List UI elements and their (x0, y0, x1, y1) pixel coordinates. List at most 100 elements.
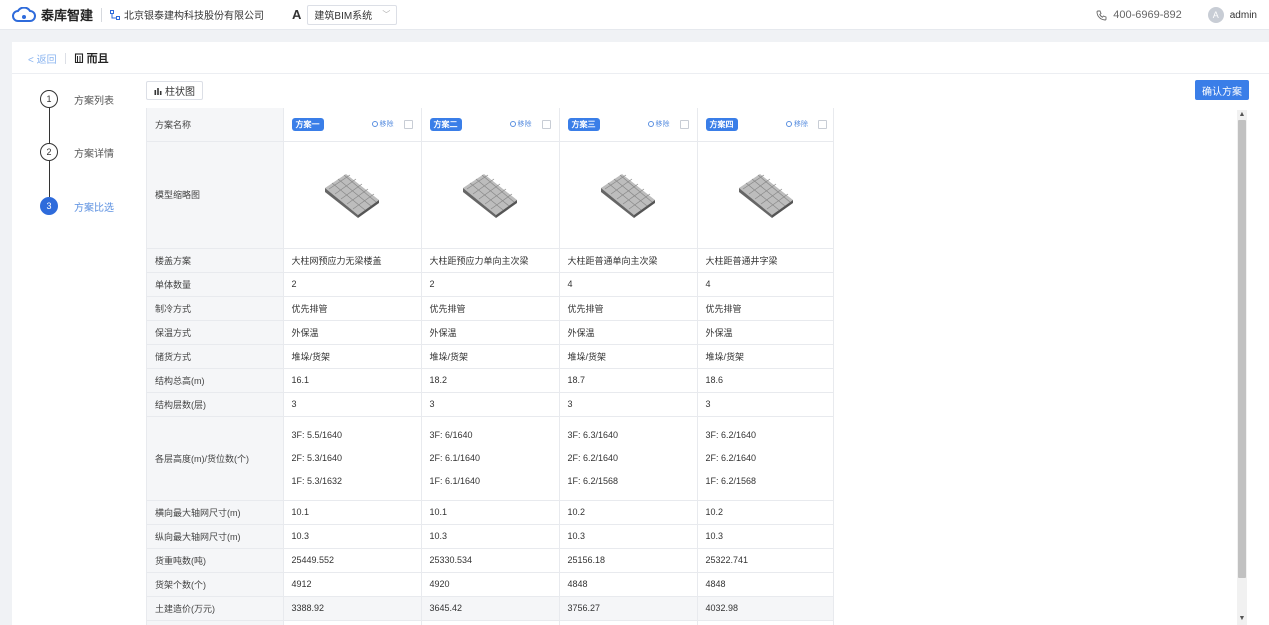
remove-label: 移除 (655, 121, 670, 129)
scroll-up-arrow-icon[interactable]: ▲ (1237, 110, 1247, 120)
step-scheme-compare[interactable]: 3 方案比选 (40, 197, 114, 215)
table-row-floor-heights: 各层高度(m)/货位数(个) 3F: 5.5/1640 2F: 5.3/1640 1… (147, 416, 833, 501)
confirm-scheme-button[interactable]: 确认方案 (1195, 80, 1249, 100)
floor-line: 1F: 6.2/1568 (705, 475, 757, 486)
scroll-down-arrow-icon[interactable]: ▼ (1237, 614, 1247, 624)
org-tree-icon (110, 9, 121, 20)
step-label: 方案比选 (74, 202, 114, 214)
scrollbar-thumb[interactable] (1238, 120, 1246, 578)
step-label: 方案列表 (74, 95, 114, 107)
thumbnail-cell (559, 141, 698, 249)
top-bar: 泰库智建 北京银泰建构科技股份有限公司 A 建筑BIM系统 ﹀ 400-6969… (0, 0, 1269, 30)
row-label: 模型缩略图 (147, 141, 284, 249)
row-label: 楼盖方案 (147, 248, 284, 273)
breadcrumb: < 返回 而且 (28, 50, 109, 66)
username[interactable]: admin (1230, 10, 1257, 21)
remove-label: 移除 (794, 121, 808, 129)
row-label: 结构层数(层) (147, 392, 284, 417)
row-label: 保温方式 (147, 320, 284, 345)
table-cell: 3 (283, 392, 422, 417)
remove-icon (786, 121, 792, 128)
table-cell: 10.3 (697, 524, 833, 549)
table-row: 楼盖方案 大柱网预应力无梁楼盖 大柱距预应力单向主次梁 大柱距普通单向主次梁 大… (147, 248, 833, 273)
table-row: 结构总高(m) 16.1 18.2 18.7 18.6 (147, 368, 833, 393)
floor-line: 3F: 6.3/1640 (567, 429, 619, 440)
brand-name: 泰库智建 (41, 8, 94, 23)
scheme-tag: 方案四 (705, 117, 738, 131)
table-cell: 4912 (283, 572, 422, 597)
row-label: 纵向最大轴网尺寸(m) (147, 524, 284, 549)
select-checkbox[interactable] (403, 119, 413, 129)
bar-chart-icon (154, 87, 162, 95)
model-thumbnail[interactable] (560, 142, 697, 248)
phone-icon (1096, 10, 1107, 20)
table-cell: 堆垛/货架 (559, 344, 698, 369)
model-thumbnail[interactable] (698, 142, 834, 248)
scheme-header-cell: 方案三 移除 (559, 108, 698, 142)
scheme-tag: 方案三 (567, 117, 600, 131)
table-cell: 大柱距预应力单向主次梁 (421, 248, 560, 273)
main-panel: < 返回 而且 1 方案列表 2 方案详情 3 方案比选 柱状图 确认方案 方案… (12, 42, 1269, 625)
chevron-down-icon: ﹀ (382, 10, 391, 19)
table-cell: 堆垛/货架 (697, 344, 833, 369)
row-label: 横向最大轴网尺寸(m) (147, 500, 284, 525)
table-cell: 2 (421, 272, 560, 297)
table-cell: 4848 (559, 572, 698, 597)
table-row (147, 620, 833, 625)
table-cell: 外保温 (697, 320, 833, 345)
remove-button[interactable]: 移除 (786, 119, 808, 129)
row-label: 制冷方式 (147, 296, 284, 321)
table-row: 纵向最大轴网尺寸(m) 10.3 10.3 10.3 10.3 (147, 524, 833, 549)
table-cell: 4 (697, 272, 833, 297)
avatar[interactable]: A (1207, 7, 1224, 23)
table-cell: 优先排管 (697, 296, 833, 321)
remove-button[interactable]: 移除 (371, 119, 394, 129)
table-cell: 3 (421, 392, 560, 417)
select-checkbox[interactable] (679, 119, 689, 129)
table-row: 制冷方式 优先排管 优先排管 优先排管 优先排管 (147, 296, 833, 321)
scheme-header-cell: 方案二 移除 (421, 108, 560, 142)
table-cell: 3388.92 (283, 596, 422, 621)
table-cell: 优先排管 (283, 296, 422, 321)
comparison-table: 方案名称 方案一 移除 方案二 移除 方案三 移除 方案四 移除 模型缩略图 楼… (146, 108, 834, 625)
remove-button[interactable]: 移除 (509, 119, 532, 129)
brand-logo[interactable]: 泰库智建 (12, 5, 93, 24)
row-label (147, 620, 284, 625)
cloud-logo-icon (12, 6, 36, 22)
table-cell: 2 (283, 272, 422, 297)
remove-icon (509, 121, 516, 128)
step-scheme-list[interactable]: 1 方案列表 (40, 90, 114, 108)
divider (101, 7, 103, 22)
table-cell: 3F: 5.5/1640 2F: 5.3/1640 1F: 5.3/1632 (283, 416, 422, 501)
remove-button[interactable]: 移除 (647, 119, 670, 129)
company-selector[interactable]: 北京银泰建构科技股份有限公司 (110, 7, 264, 22)
table-cell: 25330.534 (421, 548, 560, 573)
select-checkbox[interactable] (818, 119, 827, 129)
row-label: 单体数量 (147, 272, 284, 297)
select-checkbox[interactable] (541, 119, 551, 129)
row-label: 储货方式 (147, 344, 284, 369)
table-row: 货重吨数(吨) 25449.552 25330.534 25156.18 253… (147, 548, 833, 573)
remove-icon (371, 121, 378, 128)
system-a-icon: A (292, 7, 302, 22)
scheme-tag: 方案二 (429, 117, 462, 131)
table-cell: 堆垛/货架 (421, 344, 560, 369)
header-divider (12, 73, 1269, 74)
system-select-value: 建筑BIM系统 (314, 11, 373, 22)
table-cell: 10.3 (283, 524, 422, 549)
table-row: 储货方式 堆垛/货架 堆垛/货架 堆垛/货架 堆垛/货架 (147, 344, 833, 369)
remove-label: 移除 (379, 121, 394, 129)
row-label: 结构总高(m) (147, 368, 284, 393)
bar-chart-button[interactable]: 柱状图 (146, 81, 203, 100)
back-link[interactable]: < 返回 (28, 51, 57, 66)
table-row: 横向最大轴网尺寸(m) 10.1 10.1 10.2 10.2 (147, 500, 833, 525)
step-number: 3 (40, 197, 58, 215)
model-thumbnail[interactable] (422, 142, 559, 248)
building-model-image (601, 173, 655, 218)
system-select[interactable]: 建筑BIM系统 ﹀ (307, 4, 398, 25)
floor-line: 3F: 5.5/1640 (291, 429, 343, 440)
model-thumbnail[interactable] (284, 142, 421, 248)
table-cell: 3 (697, 392, 833, 417)
step-scheme-detail[interactable]: 2 方案详情 (40, 143, 114, 161)
table-cell (697, 620, 833, 625)
